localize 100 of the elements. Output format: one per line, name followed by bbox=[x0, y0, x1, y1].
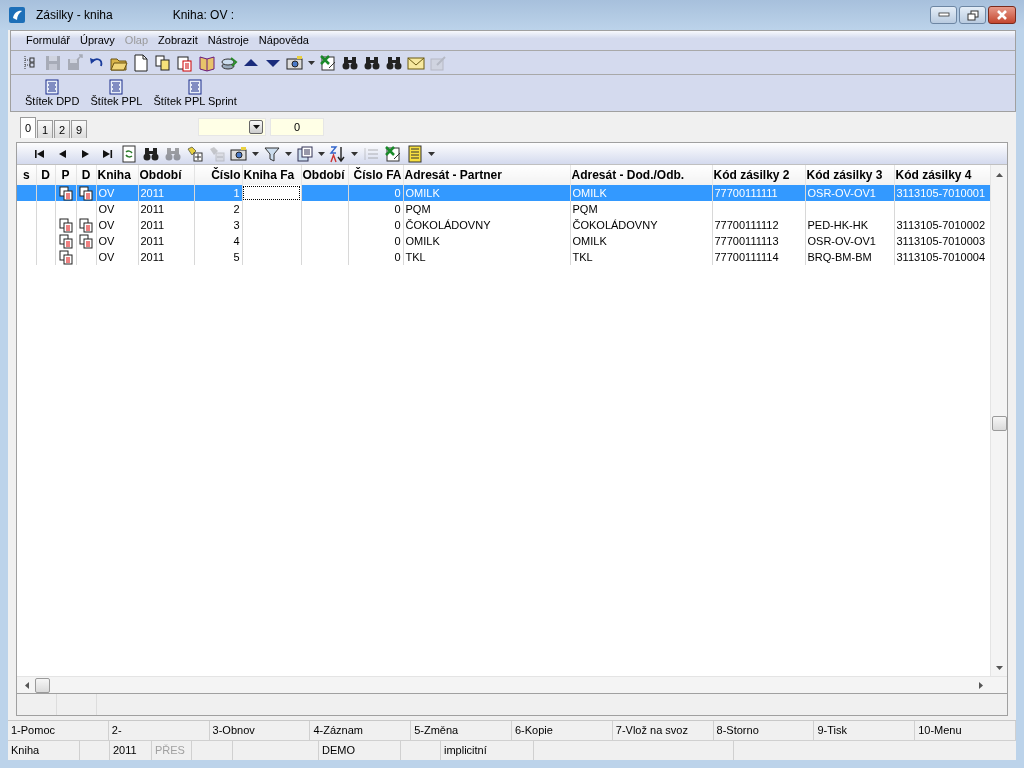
tab[interactable]: 9 bbox=[71, 120, 87, 138]
sort-icon[interactable] bbox=[328, 144, 347, 163]
filter-icon[interactable] bbox=[262, 144, 281, 163]
column-header[interactable]: Kód zásilky 4 bbox=[894, 165, 990, 185]
column-header[interactable]: Adresát - Dod./Odb. bbox=[570, 165, 712, 185]
table-cell[interactable]: 4 bbox=[233, 234, 240, 247]
table-cell[interactable]: PED-HK-HK bbox=[807, 218, 868, 231]
table-cell[interactable]: 2011 bbox=[140, 202, 165, 215]
caret-icon bbox=[252, 125, 260, 129]
horizontal-scrollbar[interactable] bbox=[17, 676, 1007, 693]
column-header[interactable]: Kód zásilky 2 bbox=[712, 165, 805, 185]
table-cell[interactable]: 2 bbox=[233, 202, 240, 215]
status-text: PŘES bbox=[152, 741, 192, 760]
function-key-button[interactable]: 5-Změna bbox=[411, 721, 512, 740]
menu-item[interactable]: Formulář bbox=[21, 32, 75, 49]
table-cell[interactable]: ČOKOLÁDOVNY bbox=[405, 218, 491, 231]
minimize-icon bbox=[937, 12, 950, 18]
refresh-icon[interactable] bbox=[119, 144, 138, 163]
label-print-button[interactable]: Štítek DPD bbox=[25, 79, 80, 108]
tab[interactable]: 1 bbox=[37, 120, 53, 138]
table-cell[interactable]: TKL bbox=[572, 250, 593, 263]
spreadsheet-icon[interactable] bbox=[383, 144, 402, 163]
label-print-button[interactable]: Štítek PPL bbox=[90, 79, 143, 108]
table-cell[interactable]: 0 bbox=[394, 202, 401, 215]
column-header[interactable]: P bbox=[55, 165, 76, 185]
table-cell[interactable]: OV bbox=[98, 218, 115, 231]
table-cell[interactable]: 3113105-7010003 bbox=[896, 234, 985, 247]
camera-icon[interactable] bbox=[229, 144, 248, 163]
table-cell[interactable]: 5 bbox=[233, 250, 240, 263]
window-subtitle: Kniha: OV : bbox=[172, 7, 235, 24]
menu-item[interactable]: Úpravy bbox=[75, 32, 120, 49]
restore-icon bbox=[966, 9, 979, 21]
minimize-button[interactable] bbox=[930, 6, 957, 24]
document-icon bbox=[45, 79, 60, 95]
column-header[interactable]: Číslo bbox=[194, 165, 242, 185]
table-cell[interactable]: TKL bbox=[405, 250, 426, 263]
column-header[interactable]: D bbox=[76, 165, 96, 185]
table-cell[interactable]: 0 bbox=[394, 234, 401, 247]
status-text: 2011 bbox=[110, 741, 152, 760]
column-header[interactable]: Číslo FA bbox=[348, 165, 403, 185]
paste-icon[interactable] bbox=[175, 53, 194, 72]
close-button[interactable] bbox=[988, 6, 1016, 24]
export-icon[interactable] bbox=[295, 144, 314, 163]
table-cell[interactable]: OMILK bbox=[572, 234, 607, 247]
column-header[interactable]: Období bbox=[138, 165, 194, 185]
table-cell[interactable]: OV bbox=[98, 250, 115, 263]
table-cell[interactable]: ČOKOLÁDOVNY bbox=[572, 218, 658, 231]
table-cell[interactable]: 0 bbox=[394, 218, 401, 231]
copy-icon[interactable] bbox=[153, 53, 172, 72]
spreadsheet-icon[interactable] bbox=[318, 53, 337, 72]
table-cell[interactable]: 0 bbox=[394, 250, 401, 263]
document-icon bbox=[188, 79, 203, 95]
function-key-button[interactable]: 1-Pomoc bbox=[8, 721, 109, 740]
dropdown-field[interactable] bbox=[198, 118, 266, 136]
status-text: DEMO bbox=[319, 741, 401, 760]
menu-item[interactable]: Nástroje bbox=[202, 32, 254, 49]
function-key-button[interactable]: 6-Kopie bbox=[512, 721, 613, 740]
table-cell[interactable]: 2011 bbox=[140, 250, 165, 263]
status-text: implicitní bbox=[441, 741, 534, 760]
table-cell[interactable]: OMILK bbox=[405, 234, 440, 247]
function-key-button[interactable]: 4-Záznam bbox=[310, 721, 412, 740]
vertical-scrollbar[interactable] bbox=[990, 165, 1007, 676]
table-cell[interactable]: OV bbox=[98, 202, 115, 215]
document-icon bbox=[109, 79, 124, 95]
restore-button[interactable] bbox=[959, 6, 986, 24]
add-icon[interactable] bbox=[185, 144, 204, 163]
table-cell[interactable]: 2011 bbox=[140, 234, 165, 247]
table-cell[interactable]: BRQ-BM-BM bbox=[807, 250, 872, 263]
scroll-thumb[interactable] bbox=[35, 677, 50, 693]
table-cell[interactable]: 77700111113 bbox=[714, 234, 779, 247]
label-print-button[interactable]: Štítek PPL Sprint bbox=[153, 79, 237, 108]
table-cell[interactable]: 3113105-7010004 bbox=[896, 250, 985, 263]
document-icon[interactable] bbox=[131, 53, 150, 72]
table-cell[interactable]: PQM bbox=[405, 202, 431, 215]
table-cell[interactable]: PQM bbox=[572, 202, 598, 215]
column-header[interactable]: Kód zásilky 3 bbox=[805, 165, 894, 185]
menu-item[interactable]: Nápověda bbox=[253, 32, 314, 49]
close-icon bbox=[996, 10, 1008, 20]
column-header[interactable]: Kniha bbox=[96, 165, 138, 185]
table-cell[interactable]: 2011 bbox=[140, 218, 165, 231]
column-header[interactable]: s bbox=[17, 165, 36, 185]
tab[interactable]: 0 bbox=[20, 117, 36, 138]
app-icon bbox=[8, 6, 26, 24]
tab[interactable]: 2 bbox=[54, 120, 70, 138]
column-header[interactable]: Adresát - Partner bbox=[403, 165, 570, 185]
table-cell[interactable]: 77700111114 bbox=[714, 250, 779, 263]
book-icon[interactable] bbox=[197, 53, 216, 72]
scroll-thumb[interactable] bbox=[991, 416, 1007, 431]
dropdown-button[interactable] bbox=[249, 120, 263, 134]
number-field[interactable]: 0 bbox=[270, 118, 324, 136]
menu-item[interactable]: Zobrazit bbox=[153, 32, 203, 49]
table-cell[interactable]: 3 bbox=[233, 218, 240, 231]
window-title: Zásilky - kniha bbox=[36, 7, 113, 24]
table-cell[interactable]: 3113105-7010002 bbox=[896, 218, 985, 231]
column-header[interactable]: Kniha Fa bbox=[242, 165, 301, 185]
table-cell[interactable]: OSR-OV-OV1 bbox=[807, 234, 876, 247]
table-cell[interactable]: 77700111112 bbox=[714, 218, 779, 231]
column-header[interactable]: Období bbox=[301, 165, 348, 185]
table-cell[interactable]: OV bbox=[98, 234, 115, 247]
camera-icon[interactable] bbox=[285, 53, 304, 72]
